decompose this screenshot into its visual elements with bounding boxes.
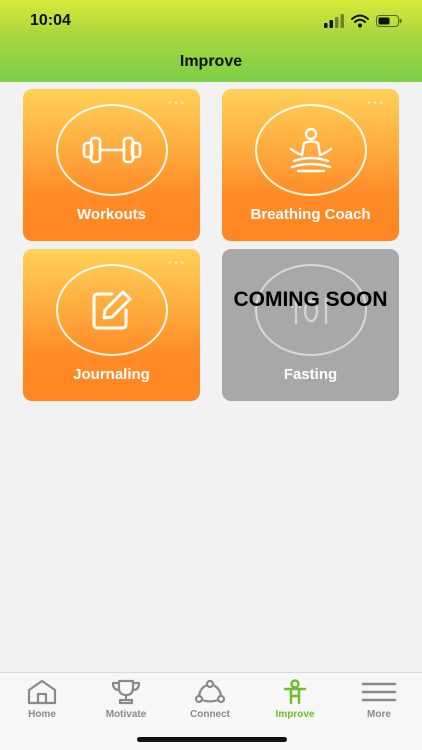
tile-label: Journaling bbox=[73, 366, 150, 383]
tab-more[interactable]: More bbox=[337, 679, 421, 725]
tile-icon-circle bbox=[56, 104, 168, 196]
tab-connect[interactable]: Connect bbox=[168, 679, 252, 725]
tile-icon-circle bbox=[56, 264, 168, 356]
tile-icon-circle bbox=[255, 104, 367, 196]
coming-soon-overlay: COMING SOON bbox=[233, 288, 388, 311]
tab-motivate[interactable]: Motivate bbox=[84, 679, 168, 725]
more-options-icon[interactable]: ··· bbox=[167, 95, 186, 111]
tile-label: Workouts bbox=[77, 206, 146, 223]
tile-fasting[interactable]: COMING SOON Fasting bbox=[222, 249, 399, 401]
tile-journaling[interactable]: ··· Journaling bbox=[23, 249, 200, 401]
trophy-icon bbox=[111, 679, 141, 705]
tile-label: Breathing Coach bbox=[250, 206, 371, 223]
tab-improve[interactable]: Improve bbox=[253, 679, 337, 725]
wifi-icon bbox=[351, 14, 369, 28]
battery-icon bbox=[376, 15, 402, 27]
tile-breathing-coach[interactable]: ··· Breathing Coach bbox=[222, 89, 399, 241]
home-icon bbox=[27, 679, 57, 705]
tile-workouts[interactable]: ··· Workouts bbox=[23, 89, 200, 241]
edit-icon bbox=[92, 290, 132, 330]
tab-home[interactable]: Home bbox=[0, 679, 84, 725]
person-icon bbox=[283, 679, 307, 705]
status-icons bbox=[324, 14, 404, 28]
status-time: 10:04 bbox=[30, 12, 71, 29]
meditation-icon bbox=[289, 127, 333, 173]
tab-label: Home bbox=[28, 709, 56, 720]
tab-label: More bbox=[367, 709, 391, 720]
tab-label: Improve bbox=[275, 709, 315, 720]
more-options-icon[interactable]: ··· bbox=[167, 255, 186, 271]
tab-label: Motivate bbox=[105, 709, 147, 720]
more-options-icon[interactable]: ··· bbox=[366, 95, 385, 111]
connect-icon bbox=[194, 679, 226, 704]
tab-label: Connect bbox=[190, 709, 230, 720]
status-bar: 10:04 bbox=[0, 0, 422, 44]
menu-icon bbox=[361, 682, 397, 702]
dumbbell-icon bbox=[82, 136, 142, 164]
header-bar: 10:04 Improve bbox=[0, 0, 422, 82]
page-title: Improve bbox=[179, 53, 243, 70]
home-indicator[interactable] bbox=[137, 737, 287, 742]
cellular-signal-icon bbox=[324, 14, 344, 28]
tile-label: Fasting bbox=[283, 366, 338, 383]
